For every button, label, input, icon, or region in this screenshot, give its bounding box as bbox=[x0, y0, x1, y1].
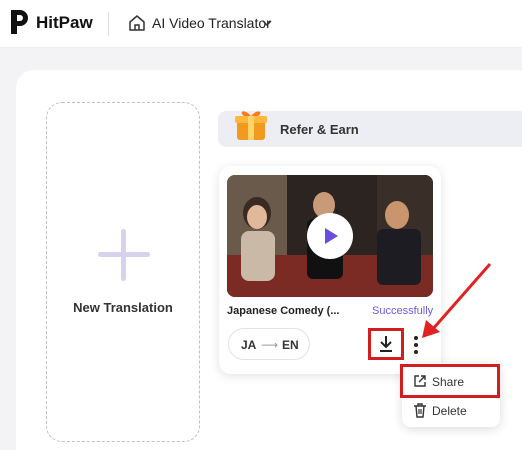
trash-icon[interactable] bbox=[413, 403, 427, 418]
refer-earn-label: Refer & Earn bbox=[280, 122, 359, 137]
download-icon bbox=[380, 336, 392, 352]
menu-item-delete-label[interactable]: Delete bbox=[432, 404, 467, 418]
share-icon bbox=[414, 375, 426, 387]
language-arrow-icon: ⟶ bbox=[261, 338, 279, 352]
plus-icon bbox=[121, 229, 126, 281]
menu-item-share-label: Share bbox=[432, 375, 465, 389]
chevron-down-icon[interactable] bbox=[261, 17, 273, 29]
hitpaw-logo-icon bbox=[11, 10, 28, 34]
play-icon bbox=[325, 228, 338, 244]
target-language: EN bbox=[282, 338, 299, 352]
download-button[interactable] bbox=[368, 328, 404, 360]
source-language: JA bbox=[241, 338, 257, 352]
new-translation-label: New Translation bbox=[73, 300, 173, 315]
gift-icon bbox=[235, 111, 267, 140]
home-icon[interactable] bbox=[128, 14, 146, 32]
brand-name: HitPaw bbox=[36, 13, 93, 32]
video-title: Japanese Comedy (... bbox=[227, 305, 340, 317]
annotation-arrow bbox=[422, 263, 492, 338]
app-title[interactable]: AI Video Translator bbox=[152, 15, 271, 31]
header-divider bbox=[108, 12, 109, 36]
